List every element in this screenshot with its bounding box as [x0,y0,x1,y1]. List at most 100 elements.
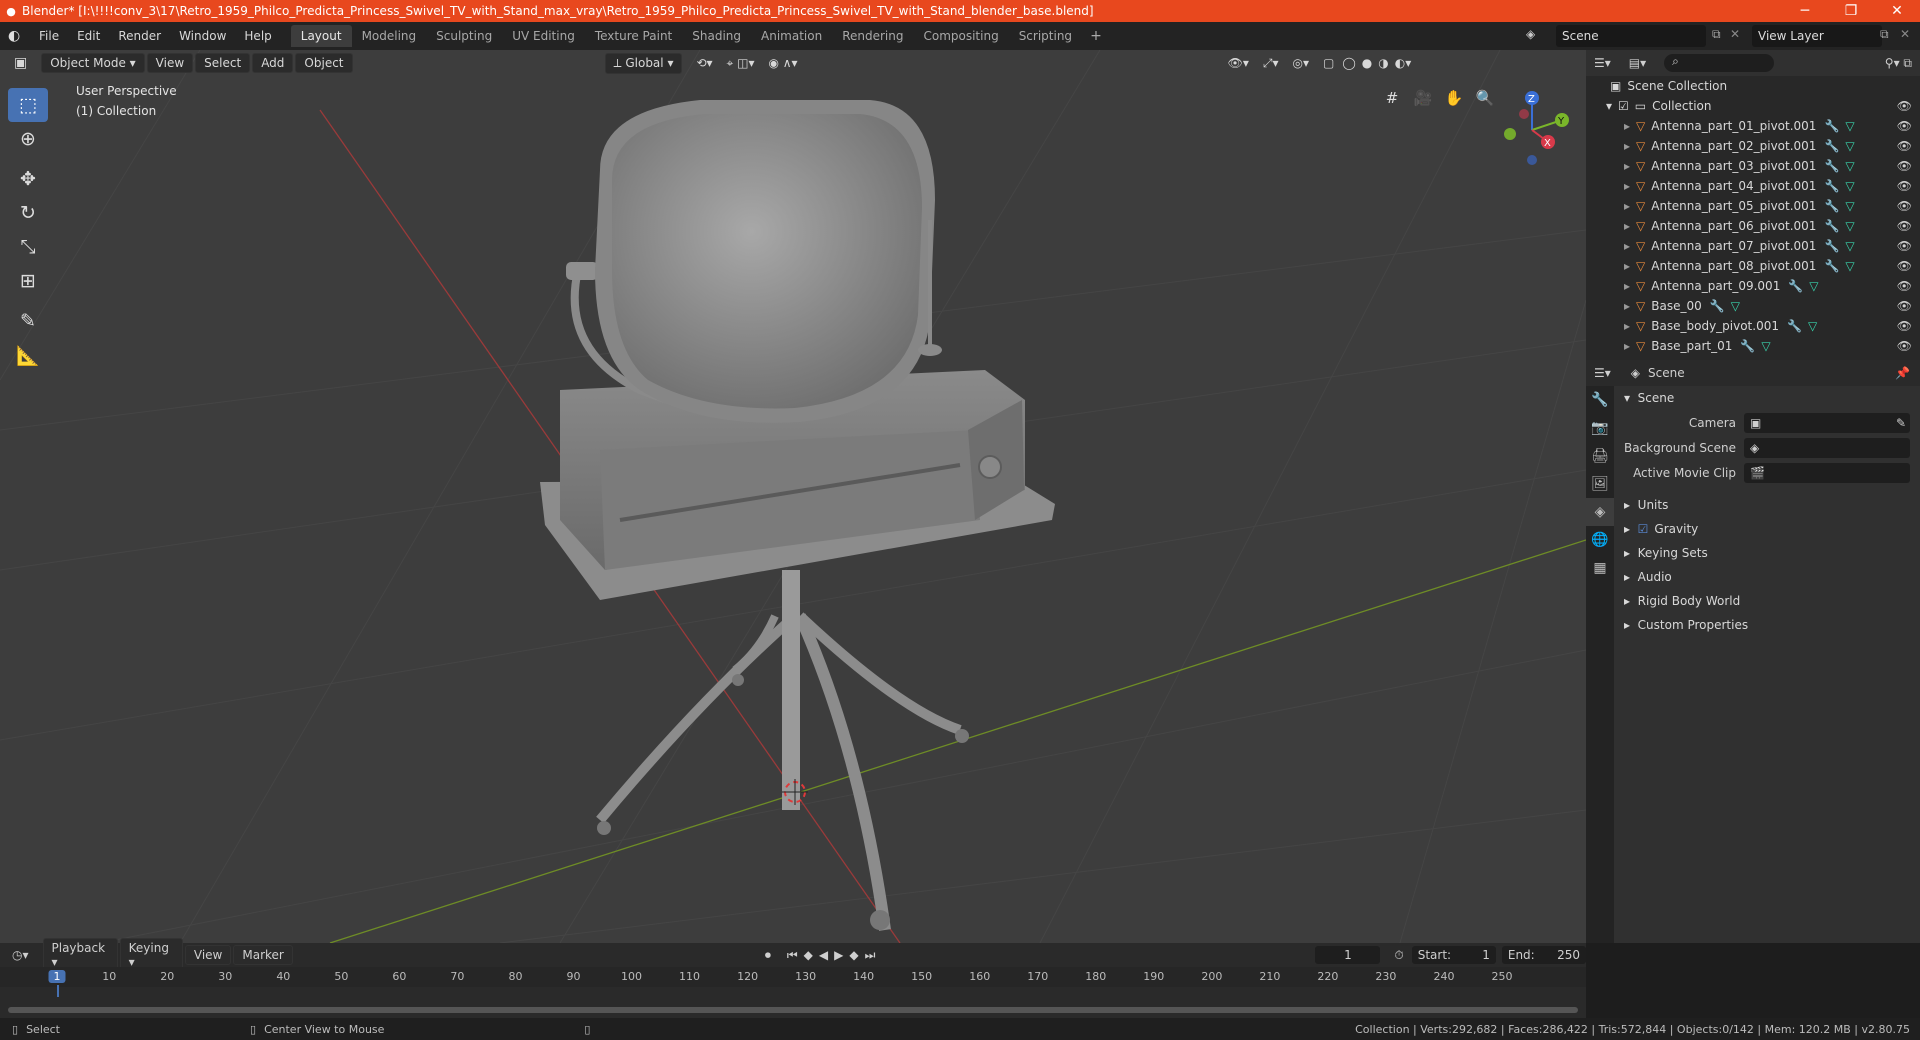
modifier-icon[interactable]: 🔧 [1710,299,1725,313]
annotate-tool-icon[interactable]: ✎ [8,304,48,338]
modifier-icon[interactable]: 🔧 [1824,199,1839,213]
modifier-icon[interactable]: 🔧 [1788,279,1803,293]
modifier-icon[interactable]: 🔧 [1824,139,1839,153]
output-tab-icon[interactable]: 🖨 [1586,442,1614,470]
view-layer-tab-icon[interactable]: 🖼 [1586,470,1614,498]
cursor-tool-icon[interactable]: ⊕ [8,122,48,156]
viewport-menu-view[interactable]: View [146,53,194,73]
preview-range-icon[interactable]: ⏱ [1394,948,1403,963]
pivot-icon[interactable]: ⟲▾ [696,56,712,70]
visibility-eye-icon[interactable]: 👁 [1897,119,1912,133]
snap-icon[interactable]: ⌖ ◫▾ [727,56,755,71]
expand-icon[interactable]: ▸ [1624,259,1630,273]
timeline-view-menu[interactable]: View [184,945,232,965]
mesh-data-icon[interactable]: ▽ [1845,179,1854,193]
navigation-gizmo[interactable]: Z Y X [1486,88,1576,171]
xray-icon[interactable]: ▢ [1323,56,1334,70]
outliner-item[interactable]: ▸ ▽ Base_00 🔧 ▽ 👁 [1586,296,1920,316]
viewport-menu-add[interactable]: Add [252,53,294,73]
modifier-icon[interactable]: 🔧 [1787,319,1802,333]
tab-texture-paint[interactable]: Texture Paint [585,25,682,47]
orientation-dropdown[interactable]: ⟂ Global ▾ [604,52,683,74]
tab-scripting[interactable]: Scripting [1009,25,1082,47]
modifier-icon[interactable]: 🔧 [1824,119,1839,133]
outliner-scene-collection[interactable]: ▣ Scene Collection [1586,76,1920,96]
tab-sculpting[interactable]: Sculpting [426,25,502,47]
measure-tool-icon[interactable]: 📐 [8,338,48,372]
marker-menu[interactable]: Marker [233,945,293,965]
visibility-eye-icon[interactable]: 👁 [1897,219,1912,233]
start-frame-field[interactable]: Start: 1 [1411,946,1496,964]
toggle-grid-icon[interactable]: # [1380,86,1404,110]
transform-tool-icon[interactable]: ⊞ [8,264,48,298]
modifier-icon[interactable]: 🔧 [1824,179,1839,193]
solid-shading-icon[interactable]: ● [1362,56,1372,70]
active-movie-clip-field[interactable]: 🎬 [1744,462,1910,483]
play-reverse-icon[interactable]: ◀ [819,948,828,962]
outliner-item[interactable]: ▸ ▽ Antenna_part_05_pivot.001 🔧 ▽ 👁 [1586,196,1920,216]
camera-view-icon[interactable]: 🎥 [1411,86,1435,110]
mesh-data-icon[interactable]: ▽ [1845,219,1854,233]
expand-icon[interactable]: ▸ [1624,319,1630,333]
material-shading-icon[interactable]: ◑ [1378,56,1388,70]
editor-type-icon[interactable]: ▣ [14,55,27,71]
view-layer-field[interactable]: View Layer [1752,25,1882,47]
gravity-checkbox[interactable]: ☑ [1638,522,1649,536]
scene-field[interactable]: Scene [1556,25,1706,47]
outliner-item[interactable]: ▸ ▽ Antenna_part_02_pivot.001 🔧 ▽ 👁 [1586,136,1920,156]
scene-selector-icon[interactable]: ◈ [1526,27,1535,41]
expand-icon[interactable]: ▸ [1624,339,1630,353]
mesh-data-icon[interactable]: ▽ [1761,339,1770,353]
outliner-item[interactable]: ▸ ▽ Antenna_part_08_pivot.001 🔧 ▽ 👁 [1586,256,1920,276]
expand-icon[interactable]: ▸ [1624,239,1630,253]
jump-start-icon[interactable]: ⏮ [787,948,798,963]
playhead[interactable] [57,985,59,997]
scene-panel-header[interactable]: ▾ Scene [1614,386,1920,410]
mesh-data-icon[interactable]: ▽ [1845,139,1854,153]
timeline-scrollbar[interactable] [8,1007,1578,1013]
rotate-tool-icon[interactable]: ↻ [8,196,48,230]
scene-tab-icon[interactable]: ◈ [1586,498,1614,526]
proportional-edit-icon[interactable]: ◉ ∧▾ [768,56,797,70]
mesh-data-icon[interactable]: ▽ [1845,199,1854,213]
tab-animation[interactable]: Animation [751,25,832,47]
pan-view-icon[interactable]: ✋ [1442,86,1466,110]
3d-viewport[interactable]: ▣ Object Mode ▾ View Select Add Object ⟂… [0,50,1586,943]
texture-tab-icon[interactable]: ▦ [1586,554,1614,582]
visibility-eye-icon[interactable]: 👁 [1897,339,1912,353]
frame-ruler[interactable]: 1 10 20 30 40 50 60 70 80 90 100 110 120 130 140 150 160… [0,967,1586,997]
visibility-eye-icon[interactable]: 👁 [1897,319,1912,333]
gravity-section[interactable]: ▸ ☑ Gravity [1614,517,1920,541]
visibility-eye-icon[interactable]: 👁 [1897,279,1912,293]
visibility-eye-icon[interactable]: 👁 [1897,259,1912,273]
viewport-menu-object[interactable]: Object [295,53,353,73]
visibility-icon[interactable]: 👁▾ [1228,56,1249,70]
tab-rendering[interactable]: Rendering [832,25,913,47]
outliner-item[interactable]: ▸ ▽ Antenna_part_04_pivot.001 🔧 ▽ 👁 [1586,176,1920,196]
visibility-eye-icon[interactable]: 👁 [1897,159,1912,173]
world-tab-icon[interactable]: 🌐 [1586,526,1614,554]
outliner-item[interactable]: ▸ ▽ Antenna_part_07_pivot.001 🔧 ▽ 👁 [1586,236,1920,256]
expand-icon[interactable]: ▸ [1624,139,1630,153]
outliner-item[interactable]: ▸ ▽ Base_part_01 🔧 ▽ 👁 [1586,336,1920,356]
pin-icon[interactable]: 📌 [1895,366,1910,380]
new-scene-icon[interactable]: ⧉ [1712,27,1721,42]
minimize-button[interactable]: ─ [1782,3,1828,19]
record-icon[interactable]: ⏺ [765,948,771,963]
rendered-shading-icon[interactable]: ◐▾ [1395,56,1412,70]
modifier-icon[interactable]: 🔧 [1740,339,1755,353]
modifier-icon[interactable]: 🔧 [1824,159,1839,173]
display-mode-icon[interactable]: ▤▾ [1629,56,1646,70]
viewport-menu-select[interactable]: Select [195,53,251,73]
tool-tab-icon[interactable]: 🔧 [1586,386,1614,414]
outliner-item[interactable]: ▸ ▽ Base_body_pivot.001 🔧 ▽ 👁 [1586,316,1920,336]
outliner-editor-icon[interactable]: ☰▾ [1594,56,1611,70]
expand-icon[interactable]: ▸ [1624,279,1630,293]
new-view-layer-icon[interactable]: ⧉ [1880,27,1889,42]
modifier-icon[interactable]: 🔧 [1824,259,1839,273]
wireframe-shading-icon[interactable]: ◯ [1342,56,1355,70]
outliner-search-input[interactable]: ⌕ [1664,54,1775,72]
audio-section[interactable]: ▸ Audio [1614,565,1920,589]
delete-scene-icon[interactable]: ✕ [1730,27,1740,41]
eyedropper-icon[interactable]: ✎ [1896,416,1906,430]
